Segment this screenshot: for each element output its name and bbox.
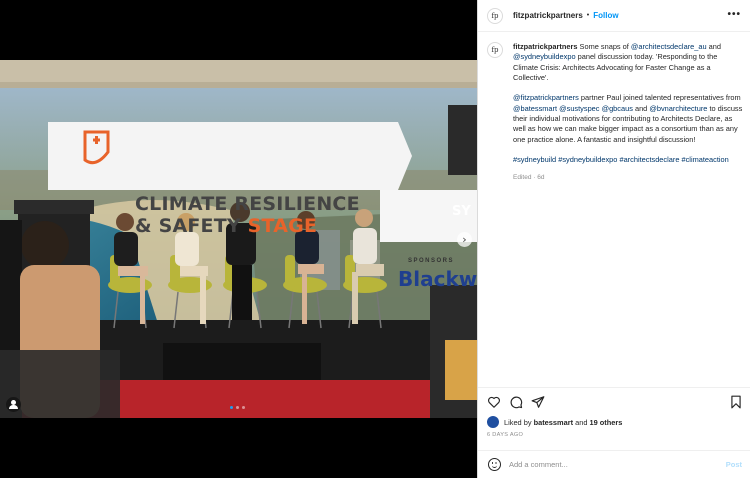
separator-dot: • [586, 12, 590, 19]
banner-line-2-a: & SAFETY [135, 215, 248, 237]
comment-bar: Post [478, 450, 750, 478]
caption-text: and [706, 42, 721, 51]
header-username[interactable]: fitzpatrickpartners [513, 11, 583, 20]
mention-link[interactable]: @sustyspec [559, 104, 599, 113]
photo-scene [0, 60, 477, 418]
emoji-icon[interactable] [488, 458, 501, 471]
post-media[interactable]: CLIMATE RESILIENCE & SAFETY STAGE SPONSO… [0, 0, 477, 478]
comment-icon[interactable] [509, 395, 523, 409]
caption-text: Some snaps of [577, 42, 631, 51]
sponsor-name: Blackw [398, 267, 477, 291]
carousel-dot-active [230, 406, 233, 409]
hashtag-link[interactable]: #architectsdeclare [619, 155, 679, 164]
post-side-panel: fp fitzpatrickpartners • Follow ••• fp f… [477, 0, 750, 478]
banner-line-1: CLIMATE RESILIENCE [135, 193, 360, 215]
carousel-dots [230, 406, 245, 409]
caption: fp fitzpatrickpartners Some snaps of @ar… [487, 42, 745, 183]
share-icon[interactable] [531, 395, 545, 409]
next-arrow-icon[interactable]: › [457, 232, 472, 247]
liker-avatar[interactable] [487, 416, 499, 428]
action-bar [478, 387, 750, 415]
likes-mid: and [575, 417, 588, 427]
hashtag-link[interactable]: #sydneybuild [513, 155, 556, 164]
carousel-dot [242, 406, 245, 409]
caption-body: fitzpatrickpartners Some snaps of @archi… [513, 42, 743, 183]
instagram-post-window: CLIMATE RESILIENCE & SAFETY STAGE SPONSO… [0, 0, 750, 478]
caption-paragraph-2: @fitzpatrickpartners partner Paul joined… [513, 93, 743, 144]
likes-prefix: Liked by [504, 417, 532, 427]
likes-others-link[interactable]: 19 others [590, 418, 623, 427]
more-options-icon[interactable]: ••• [727, 9, 741, 20]
caption-avatar[interactable]: fp [487, 42, 503, 58]
banner-line-2-b: STAGE [247, 215, 318, 237]
caption-paragraph-1: fitzpatrickpartners Some snaps of @archi… [513, 42, 743, 83]
post-photo[interactable]: CLIMATE RESILIENCE & SAFETY STAGE SPONSO… [0, 60, 477, 418]
caption-hashtags: #sydneybuild #sydneybuildexpo #architect… [513, 155, 743, 165]
banner-title: CLIMATE RESILIENCE & SAFETY STAGE [135, 193, 360, 237]
mention-link[interactable]: @batessmart [513, 104, 557, 113]
mention-link[interactable]: @gbcaus [602, 104, 633, 113]
user-tag-icon[interactable] [6, 397, 21, 412]
post-comment-button[interactable]: Post [726, 460, 742, 469]
banner-line-2: & SAFETY STAGE [135, 215, 360, 237]
mention-link[interactable]: @sydneybuildexpo [513, 52, 576, 61]
caption-text: and [632, 103, 650, 113]
sponsor-label: SPONSORS [408, 258, 455, 264]
edited-timestamp: Edited · 6d [513, 173, 545, 181]
avatar[interactable]: fp [487, 7, 503, 24]
post-time[interactable]: 6 DAYS AGO [487, 432, 523, 438]
mention-link[interactable]: @bvnarchitecture [649, 104, 707, 113]
heart-icon[interactable] [487, 395, 501, 409]
likes-summary: Liked by batessmart and 19 others [487, 416, 622, 428]
hashtag-link[interactable]: #sydneybuildexpo [558, 155, 617, 164]
post-header: fp fitzpatrickpartners • Follow ••• [478, 0, 750, 32]
follow-button[interactable]: Follow [593, 11, 618, 20]
hashtag-link[interactable]: #climateaction [682, 155, 729, 164]
mention-link[interactable]: @fitzpatrickpartners [513, 93, 579, 102]
bookmark-icon[interactable] [729, 395, 743, 409]
mention-link[interactable]: @architectsdeclare_au [631, 42, 707, 51]
liker-username[interactable]: batessmart [534, 418, 573, 427]
comment-input[interactable] [509, 460, 714, 469]
caption-username[interactable]: fitzpatrickpartners [513, 42, 577, 51]
caption-text: partner Paul joined talented representat… [578, 93, 741, 103]
expo-sign: SY [452, 204, 471, 219]
carousel-dot [236, 406, 239, 409]
